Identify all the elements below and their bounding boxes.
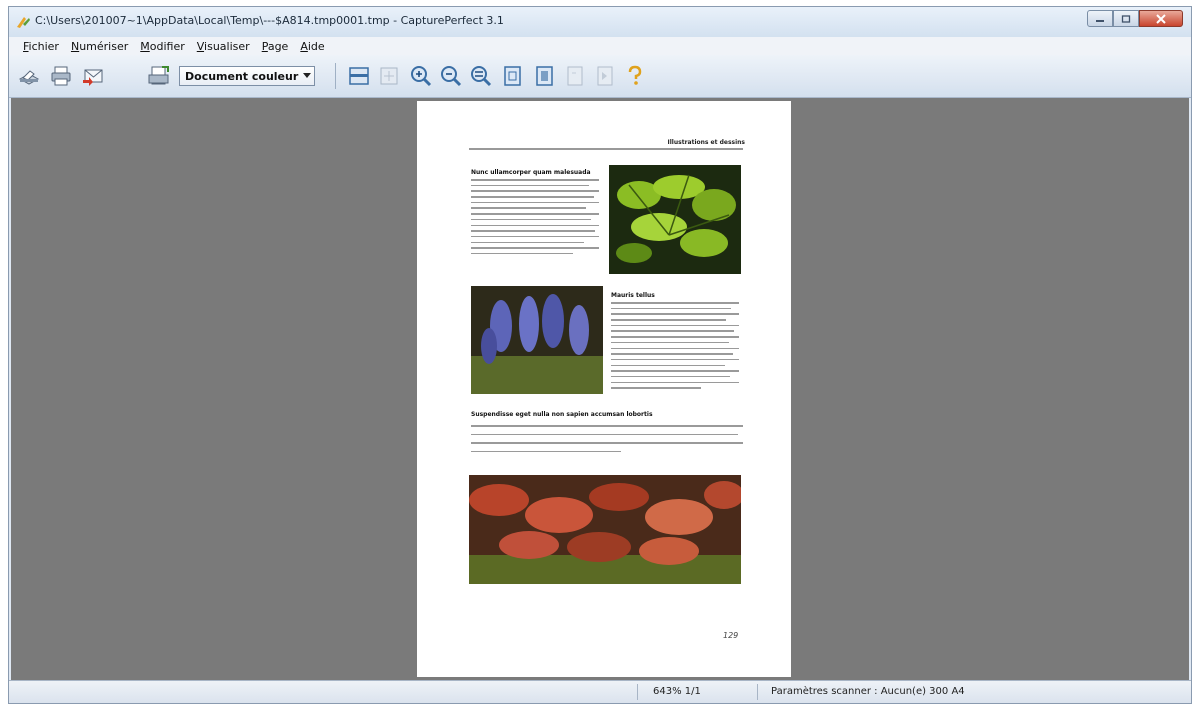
- menu-bar: Fichier Numériser Modifier Visualiser Pa…: [9, 37, 1191, 55]
- zoom-in-button[interactable]: [409, 65, 433, 87]
- minimize-icon: [1096, 19, 1104, 22]
- scan-button[interactable]: [17, 65, 41, 87]
- text-block: [471, 425, 743, 456]
- close-icon: [1156, 13, 1166, 24]
- document-viewport[interactable]: Illustrations et dessins Nunc ullamcorpe…: [11, 98, 1189, 682]
- chevron-down-icon: [303, 73, 311, 78]
- section-heading: Nunc ullamcorper quam malesuada: [471, 169, 591, 176]
- next-page-icon: [597, 66, 613, 86]
- menu-visualiser[interactable]: Visualiser: [191, 40, 256, 53]
- rotate-left-icon: [504, 66, 521, 86]
- photo-red-flowers: [469, 475, 741, 584]
- prev-page-icon: [567, 66, 583, 86]
- minimize-button[interactable]: [1087, 10, 1113, 27]
- menu-page[interactable]: Page: [256, 40, 295, 53]
- section-heading: Suspendisse eget nulla non sapien accums…: [471, 411, 653, 418]
- scan-icon: [18, 70, 40, 85]
- app-icon: [17, 17, 30, 28]
- text-block: [611, 302, 739, 393]
- window-title: C:\Users\201007~1\AppData\Local\Temp\---…: [35, 14, 504, 27]
- scan-settings-icon: [148, 66, 169, 85]
- status-separator: [757, 684, 758, 700]
- header-rule: [469, 148, 743, 150]
- zoom-in-icon: [411, 66, 432, 87]
- page-number: 129: [723, 631, 739, 640]
- email-button[interactable]: [81, 65, 105, 87]
- help-icon: [628, 65, 642, 85]
- fit-page-button[interactable]: [347, 65, 371, 87]
- zoom-status: 643% 1/1: [653, 686, 701, 697]
- zoom-out-button[interactable]: [439, 65, 463, 87]
- app-window: C:\Users\201007~1\AppData\Local\Temp\---…: [8, 6, 1192, 704]
- menu-numeriser[interactable]: Numériser: [65, 40, 134, 53]
- rotate-right-icon: [536, 66, 553, 86]
- menu-fichier[interactable]: Fichier: [17, 40, 65, 53]
- status-separator: [637, 684, 638, 700]
- print-icon: [51, 66, 71, 86]
- rotate-left-button[interactable]: [501, 65, 525, 87]
- zoom-fit-button[interactable]: [469, 65, 493, 87]
- photo-maple-leaves: [609, 165, 741, 274]
- color-mode-select[interactable]: Document couleur: [179, 66, 315, 86]
- scan-settings-button[interactable]: [147, 65, 171, 87]
- status-bar: 643% 1/1 Paramètres scanner : Aucun(e) 3…: [9, 680, 1191, 703]
- window-controls: [1087, 10, 1183, 27]
- maximize-button[interactable]: [1113, 10, 1139, 27]
- fit-width-icon: [380, 67, 398, 85]
- toolbar: Document couleur: [9, 55, 1191, 98]
- next-page-button[interactable]: [593, 65, 617, 87]
- photo-blue-flowers: [471, 286, 603, 394]
- fit-page-icon: [349, 67, 369, 85]
- text-block: [471, 179, 599, 259]
- scanner-status: Paramètres scanner : Aucun(e) 300 A4: [771, 686, 965, 697]
- section-heading: Mauris tellus: [611, 292, 655, 299]
- email-icon: [83, 69, 103, 86]
- fit-width-button[interactable]: [377, 65, 401, 87]
- prev-page-button[interactable]: [563, 65, 587, 87]
- scanned-page: Illustrations et dessins Nunc ullamcorpe…: [417, 101, 791, 677]
- zoom-fit-icon: [471, 66, 492, 87]
- rotate-right-button[interactable]: [533, 65, 557, 87]
- menu-aide[interactable]: Aide: [294, 40, 330, 53]
- toolbar-separator: [335, 63, 336, 89]
- help-button[interactable]: [623, 65, 647, 87]
- print-button[interactable]: [49, 65, 73, 87]
- page-header: Illustrations et dessins: [667, 139, 745, 146]
- zoom-out-icon: [441, 66, 462, 87]
- close-button[interactable]: [1139, 10, 1183, 27]
- menu-modifier[interactable]: Modifier: [134, 40, 191, 53]
- title-bar[interactable]: C:\Users\201007~1\AppData\Local\Temp\---…: [9, 7, 1191, 37]
- maximize-icon: [1121, 14, 1131, 23]
